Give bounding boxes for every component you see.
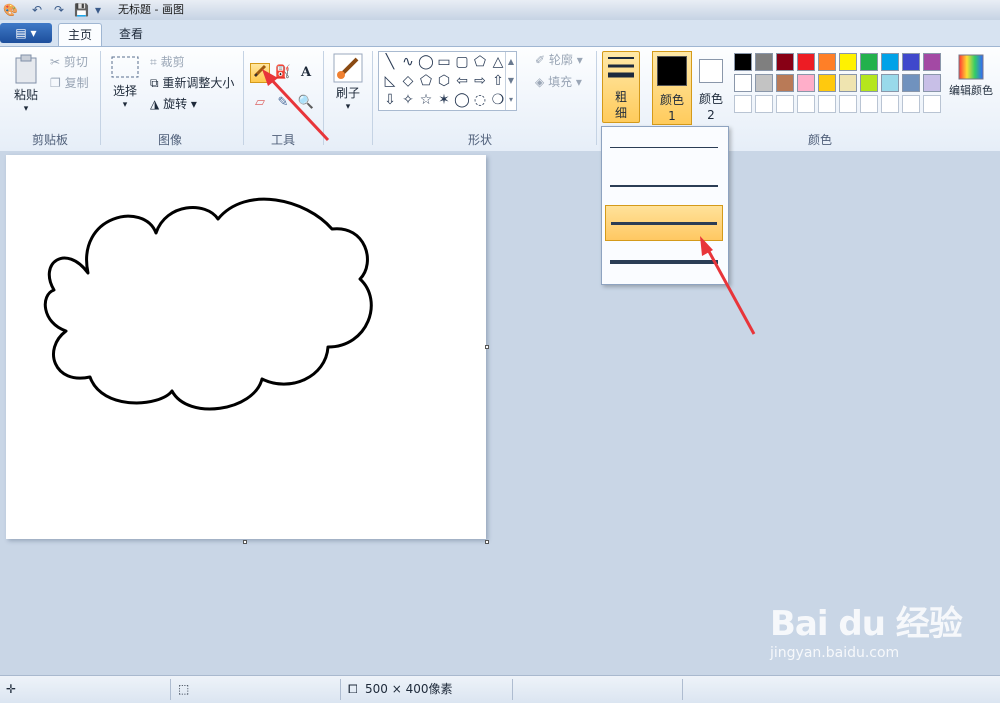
cursor-position-icon: ✛ [6,682,17,696]
image-size-text: 500 × 400像素 [365,682,453,696]
image-size-icon: ⧠ [348,682,358,696]
divider [340,679,341,700]
divider [682,679,683,700]
divider [170,679,171,700]
baidu-watermark: Bai du 经验 jingyan.baidu.com [770,596,963,661]
divider [512,679,513,700]
selection-size-icon: ⬚ [178,682,190,696]
watermark-logo: Bai du 经验 [770,604,963,644]
status-bar: ✛ ⬚ ⧠ 500 × 400像素 [0,675,1000,703]
watermark-url: jingyan.baidu.com [770,645,900,661]
